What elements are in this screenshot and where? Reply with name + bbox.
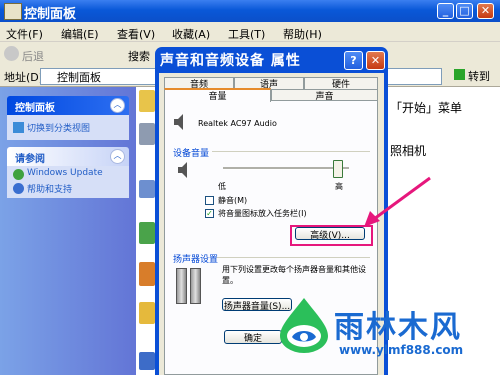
back-icon (4, 46, 19, 61)
device-name: Realtek AC97 Audio (198, 119, 277, 128)
panel-see-also-body: Windows Update 帮助和支持 (7, 166, 129, 198)
item-icon (139, 180, 155, 198)
dialog-close-button[interactable]: ✕ (366, 51, 385, 70)
brand-logo-icon (280, 298, 328, 353)
help-button[interactable]: ? (344, 51, 363, 70)
switch-category-view-link[interactable]: 切换到分类视图 (27, 121, 90, 134)
panel-see-also-header[interactable]: 请参阅 ︿ (7, 147, 129, 166)
advanced-button[interactable]: 高级(V)... (295, 227, 365, 241)
maximize-button[interactable]: □ (456, 3, 473, 19)
menu-favorites[interactable]: 收藏(A) (172, 26, 210, 42)
mute-label: 静音(M) (218, 196, 248, 205)
help-icon (13, 183, 24, 194)
brand-name: 雨林木风 (334, 310, 462, 345)
taskbar-icon-label: 将音量图标放入任务栏(I) (218, 209, 307, 218)
start-menu-item[interactable]: 「开始」菜单 (390, 99, 462, 116)
brand-url: www.ylmf888.com (339, 343, 464, 357)
search-button[interactable]: 搜索 (128, 48, 150, 64)
chevron-up-icon[interactable]: ︿ (110, 98, 125, 113)
help-support-link[interactable]: 帮助和支持 (27, 182, 72, 195)
taskbar-icon-checkbox[interactable]: ✓ (205, 209, 214, 218)
low-label: 低 (218, 182, 226, 191)
menu-help[interactable]: 帮助(H) (283, 26, 322, 42)
window-title: 控制面板 (24, 7, 77, 22)
volume-slider-track[interactable] (223, 167, 349, 170)
item-icon (139, 302, 155, 324)
item-icon (139, 123, 155, 145)
speaker-right-icon (190, 268, 201, 304)
minimize-button[interactable]: _ (437, 3, 454, 19)
back-button[interactable]: 后退 (22, 48, 44, 64)
close-button[interactable]: ✕ (477, 3, 494, 19)
speaker-settings-label: 扬声器设置 (173, 255, 219, 265)
ok-button[interactable]: 确定 (224, 330, 282, 344)
panel-see-also-title: 请参阅 (15, 154, 45, 165)
panel-control-panel-header[interactable]: 控制面板 ︿ (7, 96, 129, 115)
panel-control-panel-title: 控制面板 (15, 103, 55, 114)
menu-edit[interactable]: 编辑(E) (61, 26, 99, 42)
windows-update-link[interactable]: Windows Update (27, 168, 103, 178)
address-value: 控制面板 (57, 71, 101, 84)
dialog-title: 声音和音频设备 属性 (160, 53, 301, 69)
switch-view-icon (13, 122, 24, 133)
device-volume-label: 设备音量 (173, 149, 210, 159)
control-panel-icon (4, 3, 22, 20)
camera-item[interactable]: 照相机 (390, 142, 426, 159)
panel-control-panel-body: 切换到分类视图 (7, 115, 129, 140)
item-icon (139, 222, 155, 244)
system-icon (139, 352, 155, 370)
item-icon (139, 262, 155, 286)
high-label: 高 (335, 182, 343, 191)
volume-speaker-icon (176, 160, 190, 180)
volume-slider-thumb[interactable] (333, 160, 343, 178)
menu-tools[interactable]: 工具(T) (228, 26, 265, 42)
go-arrow-icon (454, 69, 465, 80)
windows-update-icon (13, 169, 24, 180)
group-divider (212, 151, 370, 152)
mute-checkbox[interactable] (205, 196, 214, 205)
menu-file[interactable]: 文件(F) (6, 26, 43, 42)
chevron-up-icon[interactable]: ︿ (110, 149, 125, 164)
menu-view[interactable]: 查看(V) (117, 26, 155, 42)
group-divider (217, 257, 370, 258)
tab-volume[interactable]: 音量 (164, 88, 271, 102)
speaker-left-icon (176, 268, 187, 304)
go-button[interactable]: 转到 (468, 68, 490, 84)
folder-icon (139, 90, 155, 112)
speaker-icon (172, 112, 186, 132)
annotation-arrow (364, 176, 431, 227)
speaker-description: 用下列设置更改每个扬声器音量和其他设置。 (222, 265, 366, 285)
address-label: 地址(D) (4, 71, 44, 84)
